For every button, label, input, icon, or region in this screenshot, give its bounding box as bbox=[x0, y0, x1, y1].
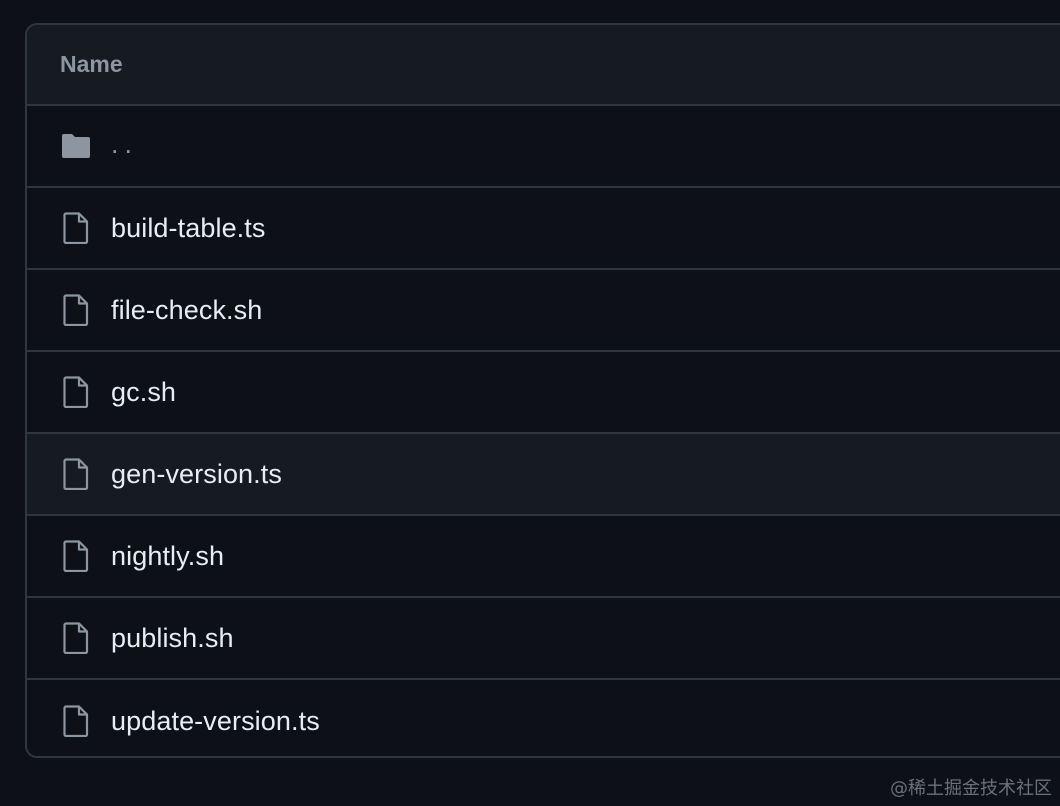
file-icon bbox=[60, 458, 92, 490]
file-row[interactable]: update-version.ts bbox=[27, 680, 1060, 756]
file-link[interactable]: build-table.ts bbox=[111, 213, 266, 244]
file-icon bbox=[60, 294, 92, 326]
file-icon bbox=[60, 540, 92, 572]
file-row[interactable]: gc.sh bbox=[27, 352, 1060, 434]
file-link[interactable]: publish.sh bbox=[111, 623, 234, 654]
file-row[interactable]: file-check.sh bbox=[27, 270, 1060, 352]
folder-icon bbox=[60, 130, 92, 162]
file-row[interactable]: gen-version.ts bbox=[27, 434, 1060, 516]
file-link[interactable]: file-check.sh bbox=[111, 295, 262, 326]
file-link[interactable]: update-version.ts bbox=[111, 706, 320, 737]
file-icon bbox=[60, 705, 92, 737]
parent-directory-link[interactable]: .. bbox=[111, 129, 138, 160]
file-row[interactable]: publish.sh bbox=[27, 598, 1060, 680]
file-icon bbox=[60, 622, 92, 654]
file-icon bbox=[60, 376, 92, 408]
parent-directory-row[interactable]: .. bbox=[27, 106, 1060, 188]
column-header-name: Name bbox=[60, 51, 123, 77]
file-row[interactable]: build-table.ts bbox=[27, 188, 1060, 270]
table-header: Name bbox=[27, 25, 1060, 106]
file-link[interactable]: gc.sh bbox=[111, 377, 176, 408]
file-row[interactable]: nightly.sh bbox=[27, 516, 1060, 598]
file-link[interactable]: gen-version.ts bbox=[111, 459, 282, 490]
file-icon bbox=[60, 212, 92, 244]
file-table: Name .. build-table.ts file-check.sh gc.… bbox=[25, 23, 1060, 758]
watermark: @稀土掘金技术社区 bbox=[890, 778, 1052, 799]
file-link[interactable]: nightly.sh bbox=[111, 541, 224, 572]
